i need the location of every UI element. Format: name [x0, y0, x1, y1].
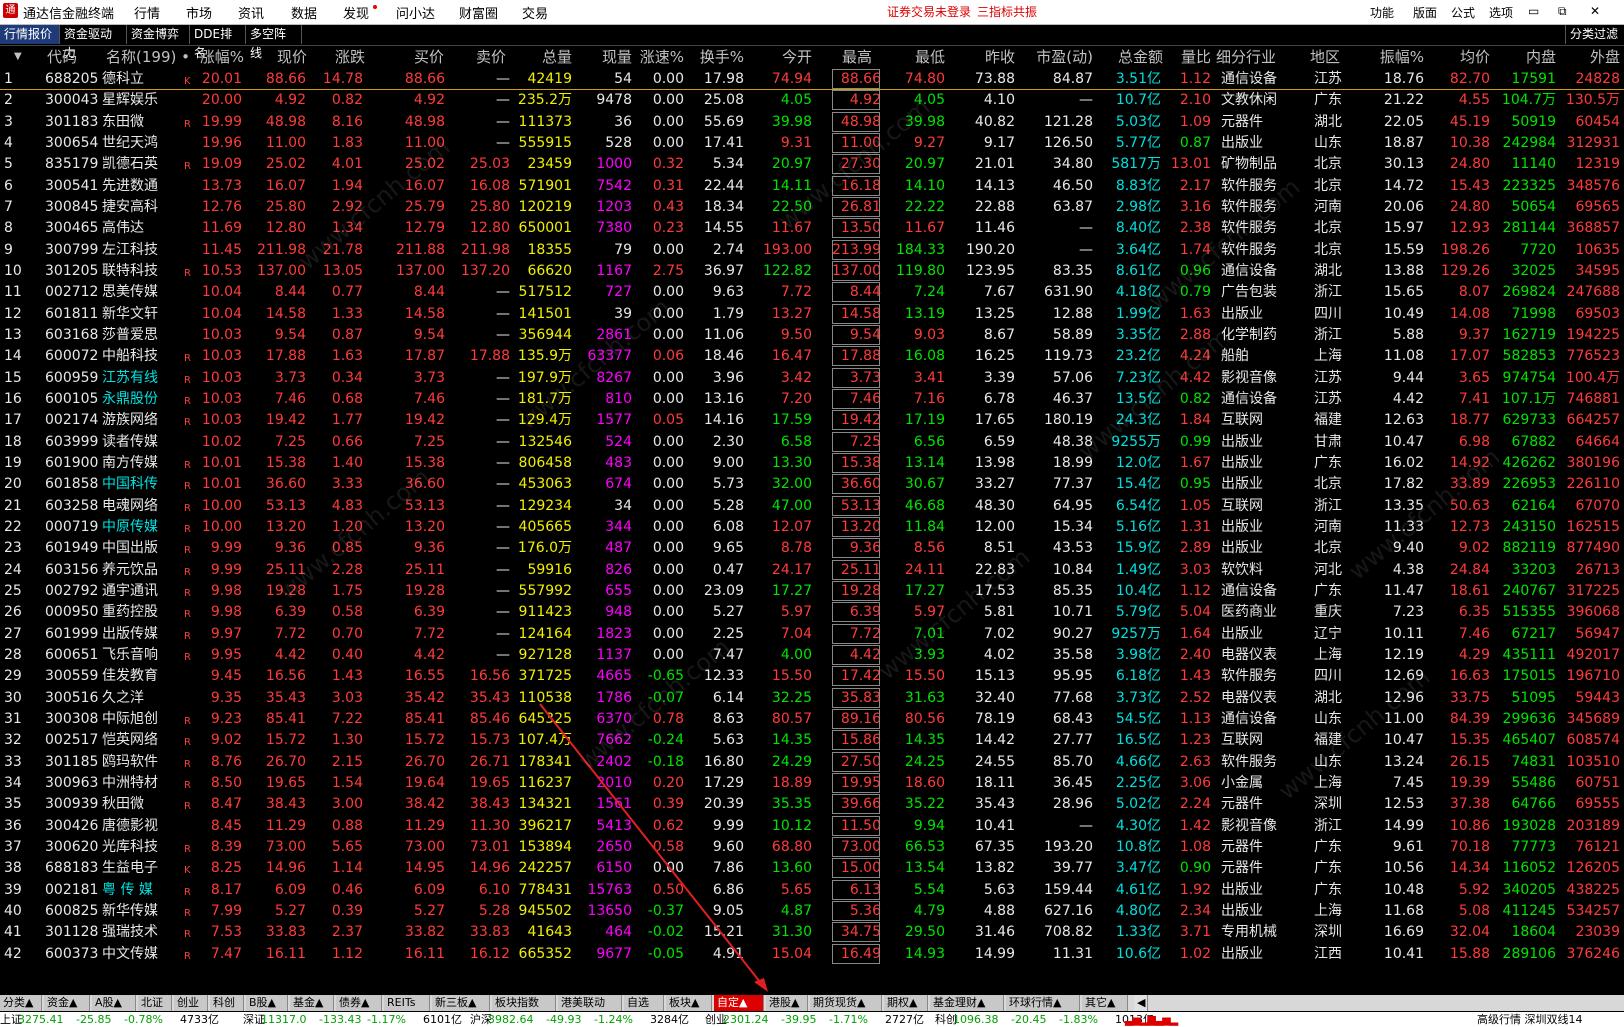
bottom-tab-17[interactable]: 期货现货▲	[810, 995, 882, 1011]
status-sz-4: 6101亿	[423, 1013, 462, 1026]
bottom-tab-5[interactable]: 科创	[210, 995, 244, 1011]
status-sh-3: -0.78%	[124, 1013, 163, 1026]
index-status-bar: 上证 3275.41 -25.85 -0.78% 4733亿 深证 11317.0 -133.…	[0, 1012, 1624, 1027]
bottom-tab-14[interactable]: 板块▲	[666, 995, 712, 1011]
bottom-tab-0[interactable]: 分类▲	[0, 995, 42, 1011]
bottom-tab-7[interactable]: 基金▲	[290, 995, 334, 1011]
bottom-tab-6[interactable]: B股▲	[246, 995, 288, 1011]
bottom-tab-18[interactable]: 期权▲	[884, 995, 928, 1011]
status-cy-4: 2727亿	[885, 1013, 924, 1026]
status-sz-3: -1.17%	[367, 1013, 406, 1026]
bottom-tab-13[interactable]: 自选	[624, 995, 664, 1011]
status-kc-2: -20.45	[1011, 1013, 1047, 1026]
status-sz-2: -133.43	[319, 1013, 362, 1026]
status-kc-1: 1096.38	[953, 1013, 999, 1026]
bottom-tab-1[interactable]: 资金▲	[44, 995, 90, 1011]
scroll-left-icon[interactable]: ◀	[1134, 995, 1148, 1011]
status-connection-label: 高级行情 深圳双线14	[1477, 1013, 1583, 1026]
status-hs-1: 3982.64	[488, 1013, 534, 1026]
mini-chart-icon: ▃▅▂▆▃▅▂	[1125, 1013, 1178, 1026]
status-sh-4: 4733亿	[180, 1013, 219, 1026]
bottom-tab-10[interactable]: 新三板▲	[432, 995, 490, 1011]
status-hs-3: -1.24%	[594, 1013, 633, 1026]
bottom-tab-8[interactable]: 债券▲	[336, 995, 382, 1011]
status-sh-1: 3275.41	[18, 1013, 64, 1026]
bottom-tab-9[interactable]: REITs	[384, 995, 430, 1011]
bottom-tab-15[interactable]: 自定▲	[714, 995, 764, 1011]
bottom-tab-4[interactable]: 创业	[174, 995, 208, 1011]
bottom-tab-19[interactable]: 基金理财▲	[930, 995, 1004, 1011]
status-sz-1: 11317.0	[261, 1013, 307, 1026]
bottom-tab-11[interactable]: 板块指数	[492, 995, 556, 1011]
bottom-tab-2[interactable]: A股▲	[92, 995, 136, 1011]
bottom-tab-21[interactable]: 其它▲	[1082, 995, 1128, 1011]
bottom-tab-16[interactable]: 港股▲	[766, 995, 808, 1011]
bottom-tab-3[interactable]: 北证	[138, 995, 172, 1011]
status-sh-2: -25.85	[76, 1013, 112, 1026]
status-cy-1: 2301.24	[723, 1013, 769, 1026]
bottom-tab-20[interactable]: 环球行情▲	[1006, 995, 1080, 1011]
status-kc-3: -1.83%	[1059, 1013, 1098, 1026]
annotation-arrow	[539, 703, 768, 992]
market-category-tabs: 分类▲ 资金▲ A股▲ 北证 创业 科创 B股▲ 基金▲ 债券▲ REITs 新三板▲ 板块指数 港美联…	[0, 995, 1624, 1011]
status-hs-2: -49.93	[546, 1013, 582, 1026]
status-hs-4: 3284亿	[650, 1013, 689, 1026]
bottom-tab-12[interactable]: 港美联动	[558, 995, 622, 1011]
status-cy-2: -39.95	[781, 1013, 817, 1026]
status-cy-3: -1.71%	[829, 1013, 868, 1026]
